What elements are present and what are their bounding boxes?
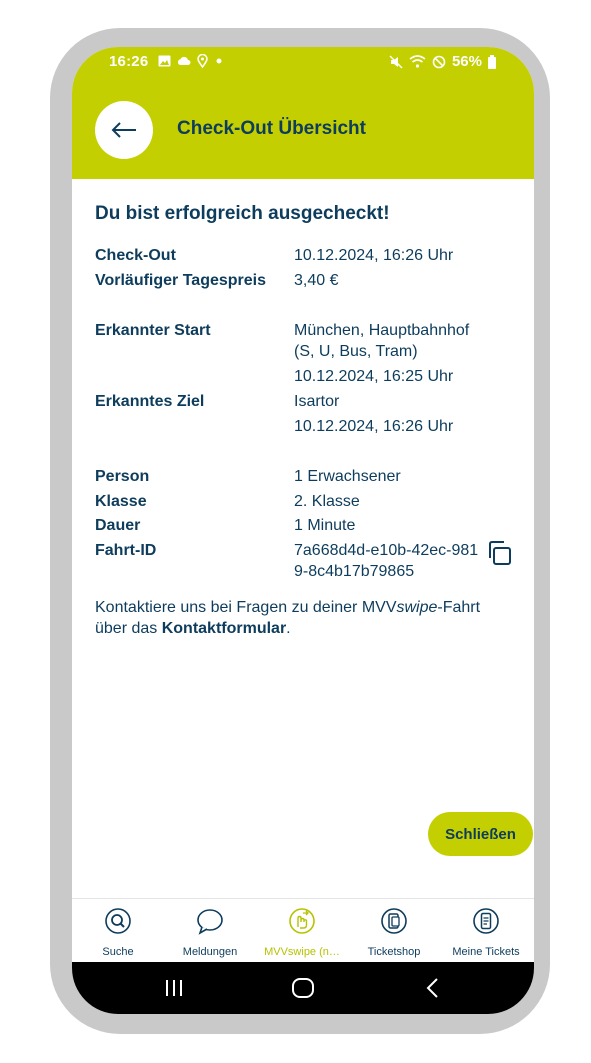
phone-power-button	[542, 265, 550, 355]
tab-messages[interactable]: Meldungen	[164, 907, 256, 958]
trip-id-value: 7a668d4d-e10b-42ec-9819-8c4b17b79865	[294, 542, 479, 580]
detail-value: Isartor	[294, 393, 340, 410]
back-button[interactable]	[95, 101, 153, 159]
ticket-phone-icon	[381, 908, 407, 934]
tab-label: Meine Tickets	[452, 946, 520, 958]
detail-value: 1 Erwachsener	[294, 468, 401, 485]
dot-icon	[216, 58, 222, 64]
phone-side-button	[50, 165, 58, 205]
recent-apps-icon[interactable]	[162, 976, 186, 1000]
detail-value: 1 Minute	[294, 517, 356, 534]
tab-mvvswipe[interactable]: MVVswipe (n…	[256, 907, 348, 958]
close-button[interactable]: Schließen	[428, 812, 533, 856]
search-icon	[105, 908, 131, 934]
contact-text-before: Kontaktiere uns bei Fragen zu deiner MVV	[95, 599, 397, 616]
detail-value: München, Hauptbahnhof (S, U, Bus, Tram)	[294, 322, 470, 360]
detail-time: 10.12.2024, 16:25 Uhr	[294, 368, 454, 385]
tab-search[interactable]: Suche	[72, 907, 164, 958]
status-right-icons: 56%	[389, 53, 496, 70]
phone-volume-button	[50, 322, 58, 382]
status-bar: 16:26 56%	[72, 47, 534, 79]
phone-screen: 16:26 56% Check-Out Übersicht Du bist er…	[72, 47, 534, 1014]
system-back-icon[interactable]	[421, 976, 445, 1000]
status-time: 16:26	[109, 53, 149, 70]
detail-label: Check-Out	[95, 247, 176, 264]
mute-icon	[389, 54, 403, 69]
app-header: 16:26 56% Check-Out Übersicht	[72, 47, 534, 179]
page-title: Check-Out Übersicht	[177, 118, 366, 139]
tab-label: Ticketshop	[367, 946, 421, 958]
detail-value: 3,40 €	[294, 272, 339, 289]
detail-label: Klasse	[95, 493, 147, 510]
checkout-summary: Du bist erfolgreich ausgecheckt! Check-O…	[95, 203, 533, 856]
copy-icon[interactable]	[485, 539, 513, 567]
battery-icon	[488, 54, 496, 69]
tab-label: Meldungen	[182, 946, 238, 958]
contact-text-after: .	[286, 620, 291, 637]
wifi-icon	[409, 55, 426, 68]
phone-volume-button	[50, 235, 58, 295]
do-not-disturb-icon	[432, 55, 446, 68]
contact-brand: swipe	[396, 599, 438, 616]
speech-bubble-icon	[197, 909, 223, 935]
contact-form-link[interactable]: Kontaktformular	[162, 620, 286, 637]
system-nav-bar	[72, 962, 534, 1014]
detail-value: 2. Klasse	[294, 493, 360, 510]
arrow-left-icon	[111, 122, 136, 138]
image-icon	[158, 55, 171, 67]
battery-percent: 56%	[451, 53, 482, 70]
success-message: Du bist erfolgreich ausgecheckt!	[95, 203, 390, 224]
detail-label: Erkannter Start	[95, 322, 211, 339]
tab-ticketshop[interactable]: Ticketshop	[348, 907, 440, 958]
ticket-icon	[473, 908, 499, 934]
cloud-icon	[177, 56, 191, 65]
swipe-hand-icon	[289, 908, 315, 934]
contact-text: Kontaktiere uns bei Fragen zu deiner MVV…	[95, 597, 515, 639]
status-left-icons	[158, 54, 224, 68]
bottom-tab-bar: Suche Meldungen MVVswipe (n… Ticketshop …	[72, 898, 534, 963]
tab-my-tickets[interactable]: Meine Tickets	[440, 907, 532, 958]
detail-time: 10.12.2024, 16:26 Uhr	[294, 418, 454, 435]
tab-label: Suche	[102, 946, 134, 958]
location-icon	[197, 54, 208, 68]
detail-label: Erkanntes Ziel	[95, 393, 205, 410]
detail-label: Fahrt-ID	[95, 542, 157, 559]
home-icon[interactable]	[291, 976, 315, 1000]
detail-label: Person	[95, 468, 150, 485]
detail-value: 10.12.2024, 16:26 Uhr	[294, 247, 454, 264]
detail-label: Dauer	[95, 517, 141, 534]
tab-label: MVVswipe (n…	[264, 946, 340, 958]
detail-label: Vorläufiger Tagespreis	[95, 272, 267, 289]
